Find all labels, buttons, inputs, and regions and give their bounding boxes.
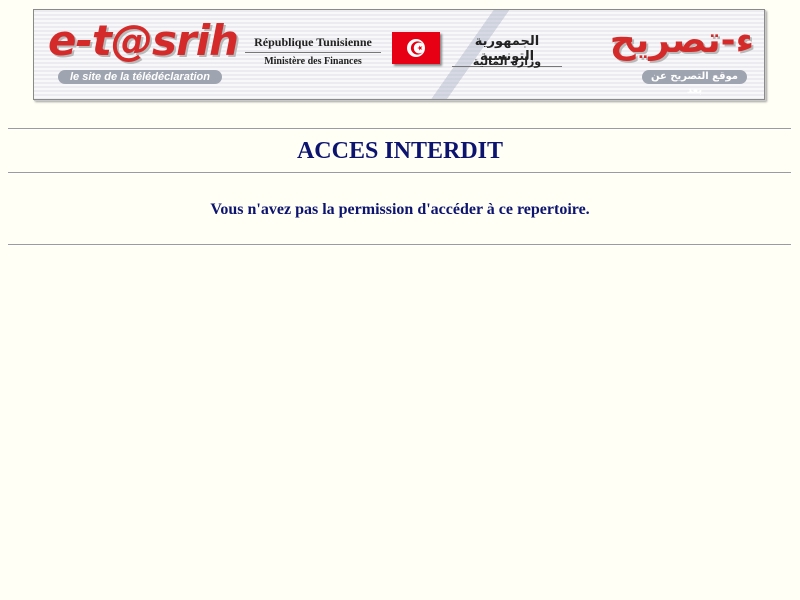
tagline-ar: موقع التصريح عن بعد [642, 70, 747, 96]
ministry-label-fr: Ministère des Finances [264, 56, 362, 67]
title-divider [8, 172, 791, 174]
site-banner: e-t@srih le site de la télédéclaration R… [33, 9, 765, 100]
ministry-label-ar: وزارة المالية [472, 55, 542, 68]
bottom-divider [8, 244, 791, 246]
page-title: ACCES INTERDIT [296, 138, 504, 164]
republic-label-fr: République Tunisienne [245, 35, 381, 53]
top-divider [8, 128, 791, 130]
tunisia-flag-icon [392, 32, 440, 64]
tagline-fr: le site de la télédéclaration [58, 70, 222, 84]
etasrih-logo-fr: e-t@srih [48, 16, 239, 65]
etasrih-logo-ar: ء-تصريح [609, 20, 754, 61]
error-message: Vous n'avez pas la permission d'accéder … [210, 201, 590, 218]
